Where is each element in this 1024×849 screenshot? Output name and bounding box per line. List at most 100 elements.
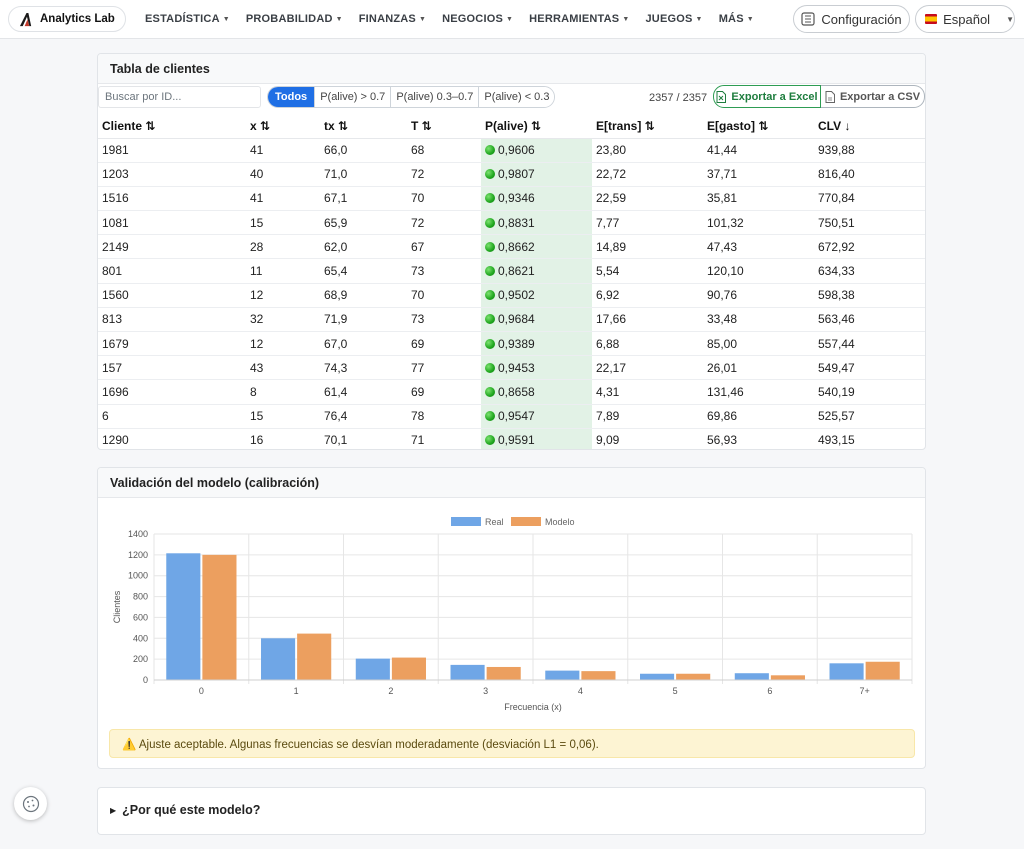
why-model-title: ¿Por qué este modelo? [122, 803, 261, 817]
table-row[interactable]: 1679 12 67,0 69 0,9389 6,88 85,00 557,44 [98, 331, 925, 357]
chevron-down-icon: ▼ [335, 15, 343, 23]
column-header[interactable]: Cliente ⇅ [98, 114, 246, 139]
table-cell: 69,86 [703, 404, 814, 429]
menu-finanzas[interactable]: FINANZAS ▼ [359, 13, 426, 25]
table-cell: 28 [246, 234, 320, 260]
table-cell: 131,46 [703, 379, 814, 405]
table-cell: 70,1 [320, 428, 407, 449]
export-csv-button[interactable]: Exportar a CSV [821, 85, 925, 108]
table-cell: 22,72 [592, 162, 703, 187]
bar-real [640, 673, 675, 680]
table-cell: 65,9 [320, 210, 407, 236]
bar-real [450, 664, 485, 680]
table-cell: 47,43 [703, 234, 814, 260]
y-axis-title: Clientes [112, 590, 122, 623]
why-model-toggle[interactable]: ▶ ¿Por qué este modelo? [110, 803, 260, 817]
table-cell: 15 [246, 404, 320, 429]
table-cell: 6,92 [592, 283, 703, 308]
column-header[interactable]: CLV ↓ [814, 114, 925, 139]
status-green-dot-icon [485, 217, 495, 228]
table-row[interactable]: 157 43 74,3 77 0,9453 22,17 26,01 549,47 [98, 355, 925, 381]
column-header[interactable]: P(alive) ⇅ [481, 114, 592, 139]
bar-modelo [770, 675, 805, 680]
x-tick-label: 4 [578, 686, 583, 696]
table-row[interactable]: 1290 16 70,1 71 0,9591 9,09 56,93 493,15 [98, 428, 925, 449]
table-cell: 56,93 [703, 428, 814, 449]
export-excel-button[interactable]: Exportar a Excel [713, 85, 821, 108]
filter-low[interactable]: P(alive) < 0.3 [479, 87, 555, 107]
table-cell: 41 [246, 186, 320, 212]
search-input[interactable] [98, 86, 261, 108]
table-cell: 0,9547 [481, 404, 592, 429]
column-header[interactable]: tx ⇅ [320, 114, 407, 139]
table-cell: 1081 [98, 210, 246, 236]
table-cell: 4,31 [592, 379, 703, 405]
status-green-dot-icon [485, 362, 495, 373]
brand-home-link[interactable]: Analytics Lab [8, 6, 126, 32]
table-row[interactable]: 1696 8 61,4 69 0,8658 4,31 131,46 540,19 [98, 379, 925, 405]
table-cell: 0,8658 [481, 379, 592, 405]
table-cell: 12 [246, 283, 320, 308]
bar-modelo [391, 657, 426, 680]
table-cell: 69 [407, 331, 481, 357]
table-row[interactable]: 1560 12 68,9 70 0,9502 6,92 90,76 598,38 [98, 283, 925, 308]
menu-estadistica[interactable]: ESTADÍSTICA ▼ [145, 13, 230, 25]
column-header[interactable]: T ⇅ [407, 114, 481, 139]
menu-probabilidad[interactable]: PROBABILIDAD ▼ [246, 13, 343, 25]
table-cell: 35,81 [703, 186, 814, 212]
table-row[interactable]: 1203 40 71,0 72 0,9807 22,72 37,71 816,40 [98, 162, 925, 187]
table-cell: 71 [407, 428, 481, 449]
table-cell: 22,59 [592, 186, 703, 212]
column-header[interactable]: x ⇅ [246, 114, 320, 139]
menu-herramientas[interactable]: HERRAMIENTAS ▼ [529, 13, 629, 25]
config-button[interactable]: Configuración [793, 5, 910, 33]
column-header[interactable]: E[trans] ⇅ [592, 114, 703, 139]
export-excel-label: Exportar a Excel [731, 90, 818, 103]
table-cell: 41 [246, 138, 320, 163]
table-row[interactable]: 6 15 76,4 78 0,9547 7,89 69,86 525,57 [98, 404, 925, 429]
table-row[interactable]: 1081 15 65,9 72 0,8831 7,77 101,32 750,51 [98, 210, 925, 236]
menu-label: NEGOCIOS [442, 13, 503, 25]
table-cell: 85,00 [703, 331, 814, 357]
cookie-icon [22, 795, 39, 812]
menu-label: PROBABILIDAD [245, 13, 333, 25]
menu-mas[interactable]: MÁS ▼ [719, 13, 754, 25]
filter-mid[interactable]: P(alive) 0.3–0.7 [391, 87, 480, 107]
chevron-down-icon: ▼ [222, 15, 230, 23]
table-row[interactable]: 1516 41 67,1 70 0,9346 22,59 35,81 770,84 [98, 186, 925, 212]
filter-todos[interactable]: Todos [268, 87, 316, 107]
table-row[interactable]: 2149 28 62,0 67 0,8662 14,89 47,43 672,92 [98, 234, 925, 260]
status-green-dot-icon [485, 266, 495, 277]
menu-negocios[interactable]: NEGOCIOS ▼ [442, 13, 513, 25]
chevron-down-icon: ▼ [622, 15, 630, 23]
status-green-dot-icon [485, 338, 495, 349]
table-cell: 26,01 [703, 355, 814, 381]
language-select[interactable]: Español ▼ [915, 5, 1015, 33]
cookie-settings-button[interactable] [14, 787, 47, 820]
brand-name: Analytics Lab [40, 13, 115, 25]
bar-modelo [865, 661, 900, 680]
legend-swatch [511, 517, 541, 526]
table-cell: 12 [246, 331, 320, 357]
why-model-card[interactable]: ▶ ¿Por qué este modelo? [97, 787, 926, 835]
palive-value: 0,9502 [498, 288, 535, 303]
table-cell: 0,8662 [481, 234, 592, 260]
column-header[interactable]: E[gasto] ⇅ [703, 114, 814, 139]
table-row[interactable]: 801 11 65,4 73 0,8621 5,54 120,10 634,33 [98, 258, 925, 284]
palive-value: 0,9389 [498, 336, 535, 351]
filter-high[interactable]: P(alive) > 0.7 [315, 87, 392, 107]
bar-modelo [202, 554, 237, 680]
main-menu: ESTADÍSTICA ▼ PROBABILIDAD ▼ FINANZAS ▼ NEG… [145, 0, 770, 38]
table-row[interactable]: 1981 41 66,0 68 0,9606 23,80 41,44 939,88 [98, 138, 925, 163]
table-cell: 563,46 [814, 307, 925, 333]
status-green-dot-icon [485, 386, 495, 397]
table-header-row: Cliente ⇅ x ⇅ tx ⇅ T ⇅ P(alive) ⇅ E[trans] ⇅ E… [98, 114, 925, 139]
y-tick-label: 600 [133, 612, 148, 622]
table-cell: 17,66 [592, 307, 703, 333]
chevron-down-icon: ▼ [418, 15, 427, 23]
table-cell: 0,9807 [481, 162, 592, 187]
calibration-bar-chart: 0 200 400 600 800 1000 1200 1400 0 1 2 3 4 5 6 7+ Frecue… [112, 517, 913, 712]
table-cell: 5,54 [592, 258, 703, 284]
table-row[interactable]: 813 32 71,9 73 0,9684 17,66 33,48 563,46 [98, 307, 925, 333]
menu-juegos[interactable]: JUEGOS ▼ [645, 13, 702, 25]
